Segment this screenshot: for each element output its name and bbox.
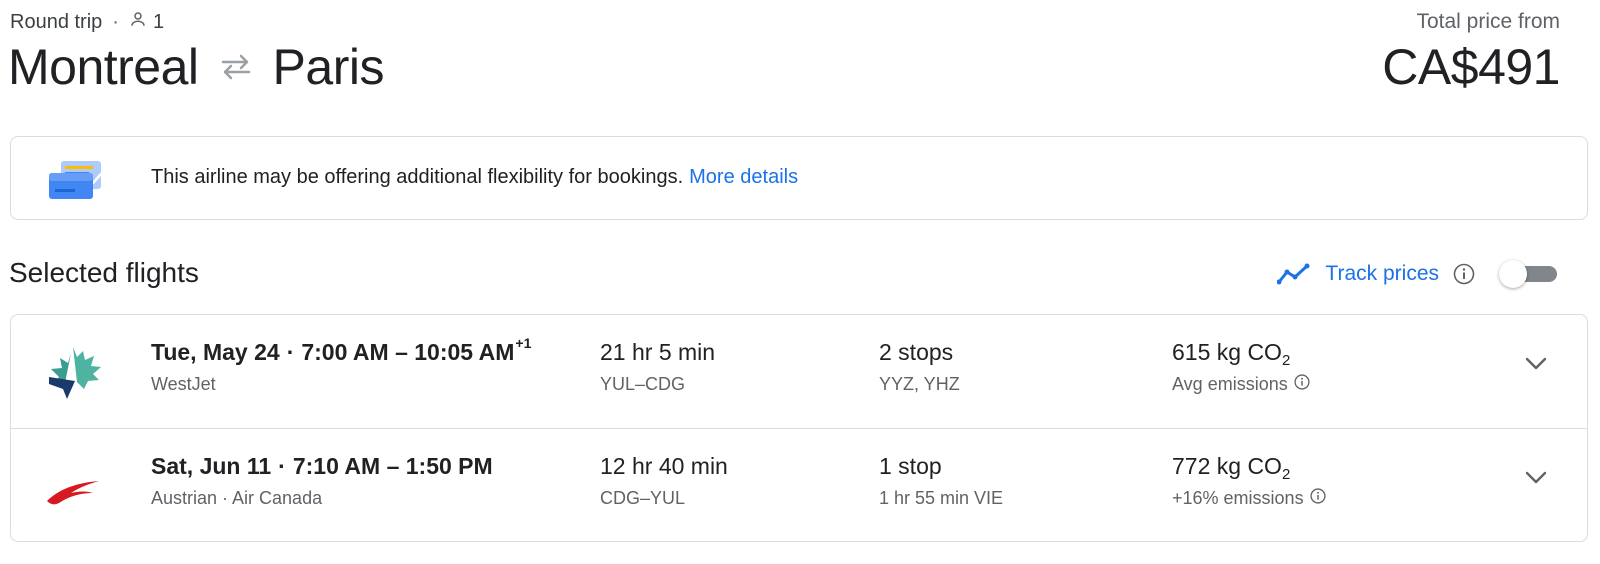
destination-city: Paris: [272, 39, 385, 95]
info-icon[interactable]: [1294, 374, 1310, 395]
austrian-logo-icon: [43, 457, 107, 513]
toggle-knob: [1499, 260, 1527, 288]
swap-arrows-icon: [219, 53, 253, 81]
emissions-detail: Avg emissions: [1172, 374, 1310, 395]
passenger-number: 1: [152, 10, 165, 33]
track-prices: Track prices: [1277, 260, 1557, 288]
track-prices-toggle[interactable]: [1499, 260, 1557, 288]
track-prices-label[interactable]: Track prices: [1325, 262, 1439, 286]
duration-col: 12 hr 40 min CDG–YUL: [600, 453, 728, 509]
flight-summary-page: Round trip · 1 Montreal Paris Total pric…: [0, 0, 1600, 564]
info-icon[interactable]: [1310, 488, 1326, 509]
westjet-logo-icon: [43, 343, 107, 399]
stop-count: 2 stops: [879, 339, 954, 365]
more-details-link[interactable]: More details: [689, 166, 798, 188]
stop-detail: 1 hr 55 min VIE: [879, 488, 1004, 508]
co2-value: 615 kg CO: [1172, 339, 1282, 365]
emissions-col: 615 kg CO2 Avg emissions: [1172, 339, 1310, 395]
trend-line-icon[interactable]: [1277, 263, 1311, 285]
section-title: Selected flights: [9, 257, 199, 288]
flight-times-col: Tue, May 24 · 7:00 AM – 10:05 AM+1 WestJet: [151, 335, 532, 395]
chevron-down-icon[interactable]: [1525, 471, 1547, 485]
flight-times: 7:00 AM – 10:05 AM: [301, 339, 515, 365]
origin-city: Montreal: [8, 39, 199, 95]
flight-route: CDG–YUL: [600, 488, 686, 508]
co2-subscript: 2: [1281, 352, 1291, 369]
stops-col: 1 stop 1 hr 55 min VIE: [879, 453, 1003, 509]
stop-detail: YYZ, YHZ: [879, 374, 960, 394]
stops-col: 2 stops YYZ, YHZ: [879, 339, 960, 395]
selected-flights-list: Tue, May 24 · 7:00 AM – 10:05 AM+1 WestJet…: [10, 314, 1588, 542]
emissions-col: 772 kg CO2 +16% emissions: [1172, 453, 1326, 509]
co2-amount: 772 kg CO2: [1172, 453, 1326, 483]
banner-text: This airline may be offering additional …: [151, 166, 684, 188]
airline-name: WestJet: [151, 374, 216, 394]
flight-date: Tue, May 24: [151, 339, 280, 365]
flight-route: YUL–CDG: [600, 374, 686, 394]
flight-row-return[interactable]: Sat, Jun 11 · 7:10 AM – 1:50 PM Austrian ·…: [11, 429, 1587, 542]
emissions-label: +16% emissions: [1172, 488, 1304, 508]
flight-date: Sat, Jun 11: [151, 453, 272, 479]
flight-date-time: Sat, Jun 11 · 7:10 AM – 1:50 PM: [151, 453, 493, 479]
emissions-detail: +16% emissions: [1172, 488, 1326, 509]
co2-amount: 615 kg CO2: [1172, 339, 1310, 369]
flight-duration: 21 hr 5 min: [600, 339, 716, 365]
ticket-calendar-icon: [49, 159, 113, 206]
flight-times-col: Sat, Jun 11 · 7:10 AM – 1:50 PM Austrian ·…: [151, 453, 493, 509]
co2-subscript: 2: [1281, 466, 1291, 483]
airline-name: Austrian · Air Canada: [151, 488, 323, 508]
stop-count: 1 stop: [879, 453, 942, 479]
info-icon[interactable]: [1453, 263, 1475, 285]
trip-type: Round trip: [10, 10, 103, 33]
flight-date-time: Tue, May 24 · 7:00 AM – 10:05 AM+1: [151, 335, 532, 365]
route-title: Montreal Paris: [8, 38, 384, 96]
price-block: Total price from CA$491: [1382, 10, 1560, 96]
banner-message: This airline may be offering additional …: [151, 166, 798, 189]
price-label: Total price from: [1416, 10, 1560, 33]
passenger-count: 1: [129, 10, 164, 34]
total-price: CA$491: [1382, 39, 1560, 95]
trip-meta: Round trip · 1: [10, 10, 164, 34]
flight-times: 7:10 AM – 1:50 PM: [292, 453, 493, 479]
duration-col: 21 hr 5 min YUL–CDG: [600, 339, 715, 395]
separator-dot: ·: [112, 10, 119, 33]
chevron-down-icon[interactable]: [1525, 357, 1547, 371]
flight-duration: 12 hr 40 min: [600, 453, 728, 479]
emissions-label: Avg emissions: [1172, 374, 1288, 394]
person-icon: [129, 10, 147, 34]
day-offset: +1: [515, 335, 532, 351]
flight-row-outbound[interactable]: Tue, May 24 · 7:00 AM – 10:05 AM+1 WestJet…: [11, 315, 1587, 429]
flexibility-banner: This airline may be offering additional …: [10, 136, 1588, 220]
co2-value: 772 kg CO: [1172, 453, 1282, 479]
